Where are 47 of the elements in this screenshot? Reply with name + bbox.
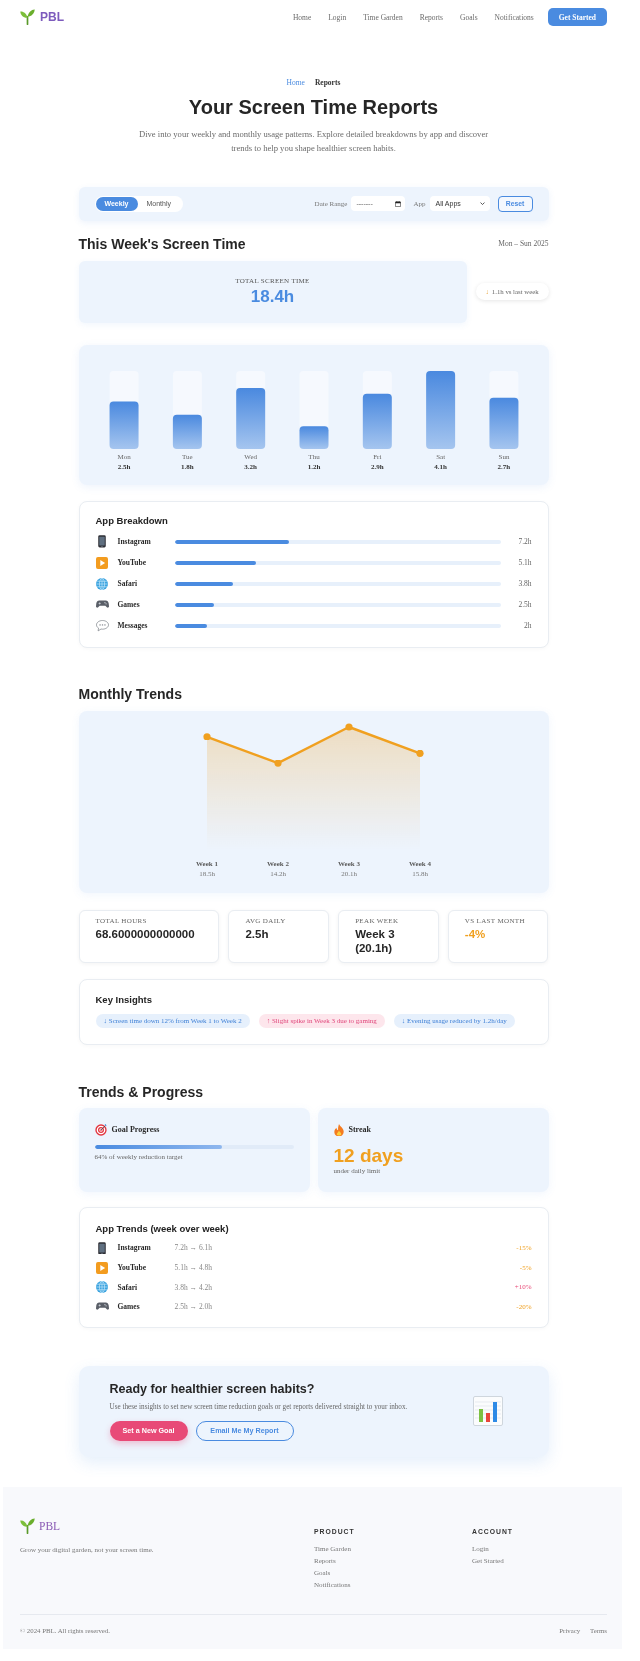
speech-bubble-icon [95, 620, 109, 632]
card-title: App Breakdown [95, 515, 169, 527]
stat-value: 2.5h [245, 926, 270, 941]
section-heading: Monthly Trends [78, 686, 183, 703]
bar [362, 393, 392, 449]
bar [172, 414, 202, 449]
backdrop-stripe [172, 371, 202, 415]
sprout-icon [20, 1517, 35, 1534]
play-button-icon [96, 1261, 108, 1274]
stat-value: 68.6000000000000 [95, 926, 196, 941]
bar [299, 426, 328, 449]
bar-chart-icon [472, 1396, 503, 1427]
backdrop-stripe [235, 371, 265, 389]
logo-text[interactable]: PBL [39, 1518, 61, 1533]
play-button-icon [96, 556, 108, 569]
flame-icon [333, 1123, 344, 1137]
globe-icon [96, 1281, 108, 1294]
section-heading: Trends & Progress [78, 1083, 204, 1100]
bar [235, 388, 265, 449]
backdrop-stripe [362, 371, 392, 394]
backdrop-stripe [488, 371, 518, 398]
backdrop-stripe [109, 371, 139, 402]
card-title: Key Insights [95, 993, 153, 1006]
gamepad-icon [95, 600, 109, 610]
bar [488, 397, 518, 449]
section-heading: This Week's Screen Time [78, 236, 246, 252]
streak-value: 12 days [333, 1144, 405, 1167]
calendar-icon [395, 201, 402, 207]
logo-text[interactable]: PBL [40, 10, 64, 24]
card-title: Streak [348, 1125, 372, 1135]
stat-value: Week 3 (20.1h) [355, 926, 396, 955]
card-title: App Trends (week over week) [95, 1222, 230, 1235]
total-value: 18.4h [250, 287, 295, 307]
gamepad-icon [95, 1302, 109, 1312]
phone-icon [98, 1241, 106, 1255]
backdrop-stripe [299, 371, 328, 427]
bar [109, 401, 139, 449]
sprout-icon [20, 9, 35, 25]
target-icon [94, 1123, 107, 1136]
page-subtitle: Dive into your weekly and monthly usage patterns. Explore detailed breakdowns by app and discover trends to help you shape healthier screen habits. [137, 127, 490, 155]
caret-icon [479, 202, 485, 206]
page-title: Your Screen Time Reports [187, 95, 440, 119]
card-title: Goal Progress [111, 1125, 160, 1135]
phone-icon [98, 535, 106, 548]
globe-icon [96, 577, 108, 590]
stat-value: -4% [464, 926, 487, 941]
cta-title: Ready for healthier screen habits? [109, 1382, 316, 1398]
